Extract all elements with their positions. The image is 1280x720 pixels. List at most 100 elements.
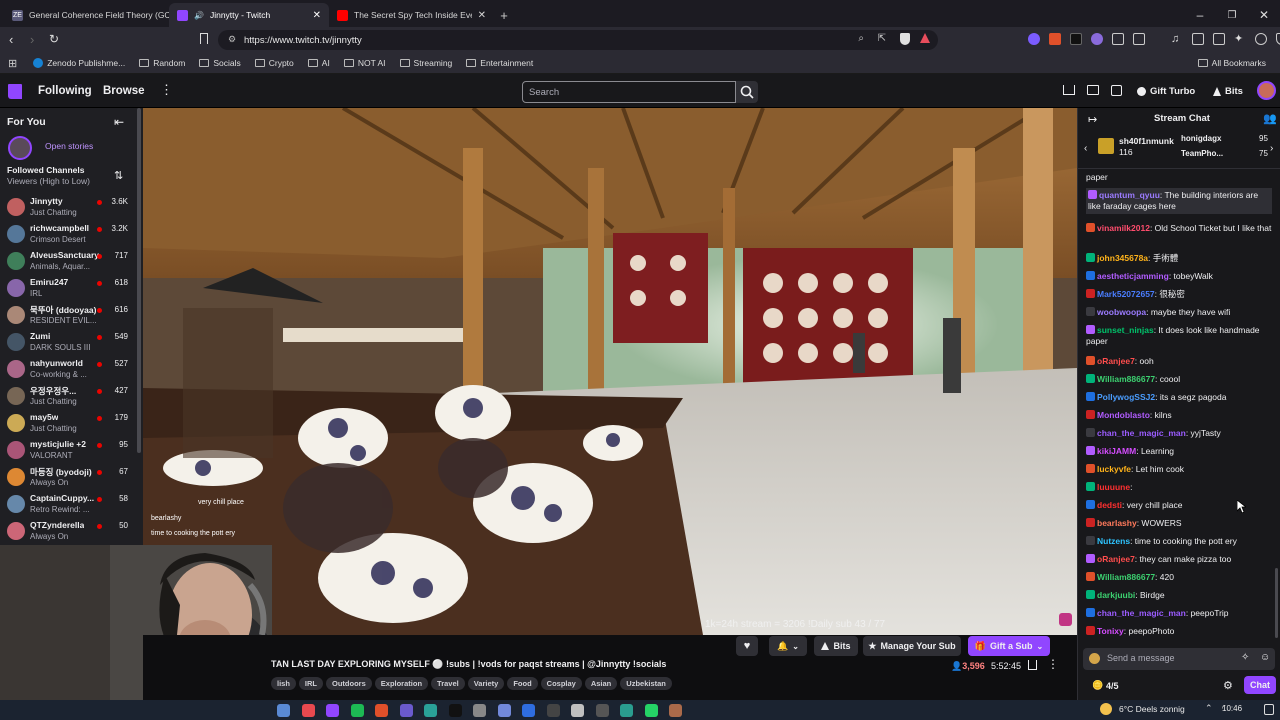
forward-icon[interactable]: › bbox=[30, 32, 34, 47]
chat-message[interactable]: Mark52072657: 很秘密 bbox=[1086, 289, 1272, 300]
taskbar-app-icon[interactable] bbox=[277, 704, 290, 717]
close-window-icon[interactable]: ✕ bbox=[1248, 3, 1280, 27]
chat-username[interactable]: darkjuubi bbox=[1097, 590, 1135, 600]
zoom-icon[interactable]: ⌕ bbox=[858, 33, 864, 44]
chat-username[interactable]: vinamilk2012 bbox=[1097, 223, 1150, 233]
stream-tag[interactable]: lish bbox=[271, 677, 296, 690]
wallet-icon[interactable] bbox=[1213, 33, 1225, 45]
bookmark-folder-socials[interactable]: Socials bbox=[199, 58, 241, 68]
chevron-right-icon[interactable]: › bbox=[1270, 143, 1273, 154]
taskbar-app-icon[interactable] bbox=[644, 704, 658, 717]
bookmark-folder-not-ai[interactable]: NOT AI bbox=[343, 58, 386, 68]
taskbar-app-icon[interactable] bbox=[399, 704, 413, 717]
gift-sub-button[interactable]: 🎁 Gift a Sub ⌄ bbox=[968, 636, 1050, 656]
gift-turbo-button[interactable]: Gift Turbo bbox=[1131, 81, 1201, 101]
chat-message[interactable]: quantum_qyuu: The building interiors are… bbox=[1086, 188, 1272, 214]
bookmark-folder-random[interactable]: Random bbox=[139, 58, 185, 68]
chat-username[interactable]: oRanjee7 bbox=[1097, 356, 1135, 366]
follow-heart-button[interactable]: ♥ bbox=[736, 636, 758, 656]
user-avatar[interactable] bbox=[1257, 81, 1276, 100]
apps-grid-icon[interactable]: ⊞ bbox=[8, 57, 17, 70]
weather-text[interactable]: 6°C Deels zonnig bbox=[1119, 704, 1185, 714]
chat-message[interactable]: aestheticjamming: tobeyWalk bbox=[1086, 271, 1272, 282]
chat-username[interactable]: quantum_qyuu bbox=[1099, 190, 1160, 200]
sidebar-scrollbar[interactable] bbox=[137, 108, 141, 453]
taskbar-app-icon[interactable] bbox=[301, 704, 315, 717]
more-icon[interactable]: ⋮ bbox=[160, 82, 173, 98]
extension-icon[interactable] bbox=[1133, 33, 1145, 45]
chat-message[interactable]: Nutzens: time to cooking the pott ery bbox=[1086, 536, 1272, 547]
brave-shield-icon[interactable] bbox=[900, 33, 910, 45]
sidebar-channel[interactable]: Emiru247 IRL 618 bbox=[0, 275, 143, 302]
sidebar-channel[interactable]: 묵뚜아 (ddooyaa) RESIDENT EVIL... 616 bbox=[0, 302, 143, 329]
url-field[interactable]: ⚙ https://www.twitch.tv/jinnytty ⌕ ⇱ bbox=[218, 30, 938, 50]
search-button[interactable] bbox=[736, 81, 758, 103]
bits-cheer-button[interactable]: Bits bbox=[814, 636, 858, 656]
chevron-left-icon[interactable]: ‹ bbox=[1084, 143, 1087, 154]
sidebar-channel[interactable]: QTZynderella Always On 50 bbox=[0, 518, 143, 545]
puzzle-icon[interactable] bbox=[1112, 33, 1124, 45]
tab-close-icon[interactable]: ✕ bbox=[478, 10, 486, 21]
chat-username[interactable]: aestheticjamming bbox=[1097, 271, 1169, 281]
extension-icon[interactable] bbox=[1091, 33, 1103, 45]
brave-rewards-icon[interactable] bbox=[920, 33, 930, 43]
manage-sub-button[interactable]: ★ Manage Your Sub bbox=[863, 636, 961, 656]
stream-tag[interactable]: Travel bbox=[431, 677, 465, 690]
bookmark-icon[interactable] bbox=[200, 33, 208, 44]
sidebar-channel[interactable]: AlveusSanctuary Animals, Aquar... 717 bbox=[0, 248, 143, 275]
chat-settings-icon[interactable]: ⚙ bbox=[1223, 679, 1233, 692]
chat-username[interactable]: luckyvfe bbox=[1097, 464, 1131, 474]
channel-points-icon[interactable]: 🪙 bbox=[1092, 680, 1103, 691]
chat-username[interactable]: chan_the_magic_man bbox=[1097, 428, 1186, 438]
all-bookmarks[interactable]: All Bookmarks bbox=[1197, 58, 1266, 68]
crown-icon[interactable] bbox=[1063, 85, 1075, 95]
chat-username[interactable]: kikiJAMM bbox=[1097, 446, 1136, 456]
taskbar-app-icon[interactable] bbox=[473, 704, 486, 717]
taskbar-app-icon[interactable] bbox=[497, 704, 511, 717]
bookmark-folder-streaming[interactable]: Streaming bbox=[399, 58, 452, 68]
sidebar-channel[interactable]: 마등징 (byodoji) Always On 67 bbox=[0, 464, 143, 491]
tab-close-icon[interactable]: ✕ bbox=[313, 10, 321, 21]
chat-input[interactable]: Send a message ✧ ☺ bbox=[1083, 648, 1275, 670]
chat-username[interactable]: William886677 bbox=[1097, 572, 1155, 582]
search-input[interactable]: Search bbox=[522, 81, 736, 103]
chat-username[interactable]: Nutzens bbox=[1097, 536, 1130, 546]
chat-username[interactable]: sunset_ninjas bbox=[1097, 325, 1154, 335]
chat-message[interactable]: sunset_ninjas: It does look like handmad… bbox=[1086, 325, 1272, 347]
video-player[interactable]: 1k=24h stream = 3206 !Daily sub 43 / 77 … bbox=[143, 108, 1077, 635]
open-stories-link[interactable]: Open stories bbox=[45, 141, 93, 151]
chat-username[interactable]: Tonixy bbox=[1097, 626, 1124, 636]
chat-username[interactable]: bearlashy bbox=[1097, 518, 1137, 528]
chat-message[interactable]: William886677: coool bbox=[1086, 374, 1272, 385]
taskbar-app-icon[interactable] bbox=[546, 704, 560, 717]
sparkle-icon[interactable]: ✧ bbox=[1241, 652, 1249, 663]
stream-tag[interactable]: Cosplay bbox=[540, 677, 582, 690]
chat-message[interactable]: kikiJAMM: Learning bbox=[1086, 446, 1272, 457]
inbox-icon[interactable] bbox=[1087, 85, 1099, 95]
stream-tag[interactable]: Outdoors bbox=[326, 677, 372, 690]
chat-message[interactable]: bearlashy: WOWERS bbox=[1086, 518, 1272, 529]
chat-message[interactable]: Mondoblasto: kilns bbox=[1086, 410, 1272, 421]
bookmark-folder-ai[interactable]: AI bbox=[307, 58, 330, 68]
notification-center-icon[interactable] bbox=[1264, 704, 1274, 715]
chat-message[interactable]: john345678a: 手術體 bbox=[1086, 253, 1272, 264]
sidebar-channel[interactable]: nahyunworld Co-working & ... 527 bbox=[0, 356, 143, 383]
sort-icon[interactable]: ⇅ bbox=[114, 169, 123, 182]
chat-message[interactable]: woobwoopa: maybe they have wifi bbox=[1086, 307, 1272, 318]
chat-message[interactable]: William886677: 420 bbox=[1086, 572, 1272, 583]
minimize-icon[interactable]: – bbox=[1184, 3, 1216, 27]
chat-message[interactable]: luckyvfe: Let him cook bbox=[1086, 464, 1272, 475]
sidebar-channel[interactable]: Zumi DARK SOULS III 549 bbox=[0, 329, 143, 356]
stream-tag[interactable]: Uzbekistan bbox=[620, 677, 672, 690]
chat-username[interactable]: john345678a bbox=[1097, 253, 1148, 263]
back-icon[interactable]: ‹ bbox=[9, 32, 13, 47]
notifications-dropdown[interactable]: 🔔 ⌄ bbox=[769, 636, 807, 656]
reload-icon[interactable]: ↻ bbox=[49, 32, 59, 46]
sidebar-icon[interactable] bbox=[1192, 33, 1204, 45]
more-options-icon[interactable]: ⋮ bbox=[1047, 657, 1059, 671]
maximize-icon[interactable]: ❐ bbox=[1216, 3, 1248, 27]
collapse-chat-icon[interactable]: ↦ bbox=[1088, 113, 1097, 126]
chat-message[interactable]: chan_the_magic_man: peepoTrip bbox=[1086, 608, 1272, 619]
chat-message[interactable]: luuuune: bbox=[1086, 482, 1272, 493]
taskbar-app-icon[interactable] bbox=[669, 704, 682, 717]
